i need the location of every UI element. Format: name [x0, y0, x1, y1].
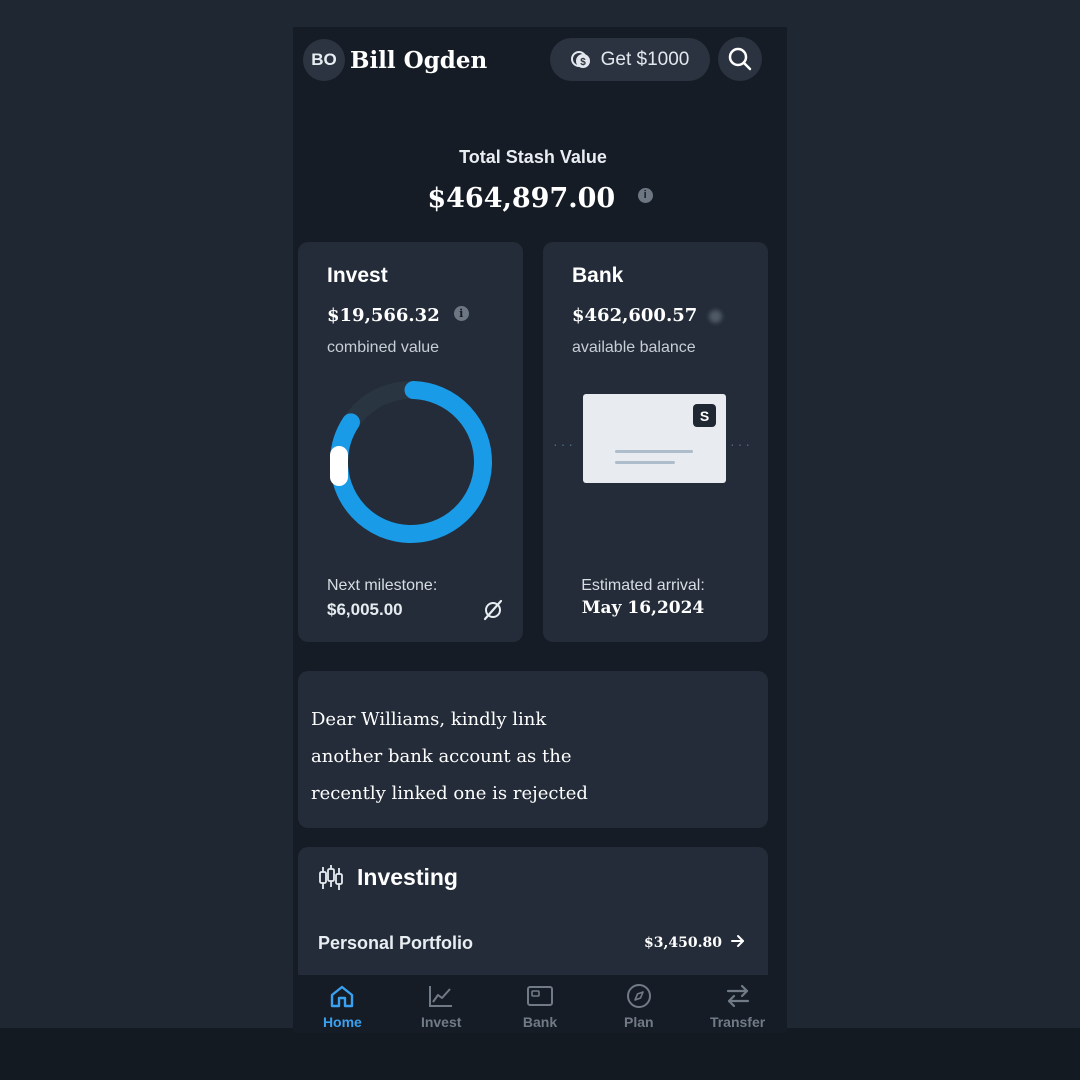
info-icon: [709, 309, 723, 323]
bank-amount: $462,600.57: [572, 305, 698, 326]
info-icon[interactable]: i: [453, 305, 469, 321]
investing-title: Investing: [357, 864, 458, 890]
coins-icon: $: [570, 50, 590, 68]
arrival-date: May 16,2024: [581, 598, 705, 618]
cheque-line: [615, 461, 675, 464]
bottom-nav: Home Invest Bank Plan Transfer: [293, 975, 787, 1033]
nav-label: Transfer: [709, 1014, 766, 1030]
invest-card[interactable]: Invest $19,566.32 i combined value Next m…: [298, 242, 523, 642]
nav-label: Bank: [522, 1014, 558, 1030]
nav-invest[interactable]: Invest: [392, 975, 491, 1033]
get-1000-button[interactable]: $ Get $1000: [550, 38, 710, 81]
transfer-icon: [726, 984, 749, 1008]
invest-title: Invest: [327, 264, 388, 287]
nav-label: Home: [322, 1014, 362, 1030]
milestone-value: $6,005.00: [327, 600, 403, 619]
candlestick-icon: [319, 865, 343, 890]
portfolio-label[interactable]: Personal Portfolio: [318, 933, 473, 954]
invest-amount: $19,566.32: [327, 305, 440, 326]
arrival-label: Estimated arrival:: [581, 577, 705, 594]
total-stash-label: Total Stash Value: [459, 147, 607, 167]
user-name: Bill Ogden: [350, 47, 488, 74]
stash-logo-icon: S: [693, 404, 716, 427]
arrow-right-icon[interactable]: [730, 933, 746, 949]
bank-amount-row: $462,600.57: [572, 305, 723, 326]
total-stash-value: $464,897.00: [427, 183, 616, 214]
invest-amount-row: $19,566.32 i: [327, 305, 469, 326]
dotted-line-right: ···: [730, 436, 753, 452]
search-icon: [728, 47, 752, 71]
nav-home[interactable]: Home: [293, 975, 392, 1033]
cheque-illustration: S: [583, 394, 726, 483]
notice-line: another bank account as the: [311, 746, 572, 767]
nav-label: Invest: [420, 1014, 462, 1030]
notice-card: Dear Williams, kindly link another bank …: [298, 671, 768, 828]
nav-transfer[interactable]: Transfer: [688, 975, 787, 1033]
compass-icon: [626, 984, 651, 1008]
milestone-label: Next milestone:: [327, 577, 438, 594]
bank-title: Bank: [572, 264, 624, 287]
nav-plan[interactable]: Plan: [589, 975, 688, 1033]
nav-bank[interactable]: Bank: [491, 975, 590, 1033]
total-stash-row: $464,897.00 i: [293, 183, 787, 214]
app-screen: BO Bill Ogden $ Get $1000 Total Stash Va…: [293, 27, 787, 1033]
home-icon: [331, 985, 354, 1008]
notice-line: Dear Williams, kindly link: [311, 709, 547, 730]
bottom-shade: [0, 1028, 1080, 1080]
eye-off-icon[interactable]: [481, 598, 505, 622]
cheque-line: [615, 450, 693, 453]
avatar[interactable]: BO: [303, 39, 345, 81]
nav-label: Plan: [624, 1014, 654, 1030]
notice-line: recently linked one is rejected: [311, 783, 588, 804]
invest-subtitle: combined value: [327, 339, 440, 356]
progress-donut: [330, 380, 492, 543]
notice-message: Dear Williams, kindly link another bank …: [311, 701, 751, 812]
search-button[interactable]: [718, 37, 762, 81]
portfolio-value: $3,450.80: [644, 935, 722, 951]
bank-subtitle: available balance: [572, 339, 696, 356]
chart-icon: [429, 986, 453, 1007]
info-icon[interactable]: i: [637, 188, 653, 204]
bank-card[interactable]: Bank $462,600.57 available balance ··· ·…: [543, 242, 768, 642]
card-icon: [526, 986, 553, 1006]
promo-label: Get $1000: [600, 48, 690, 70]
dotted-line-left: ···: [553, 436, 576, 452]
svg-text:$: $: [580, 57, 586, 68]
